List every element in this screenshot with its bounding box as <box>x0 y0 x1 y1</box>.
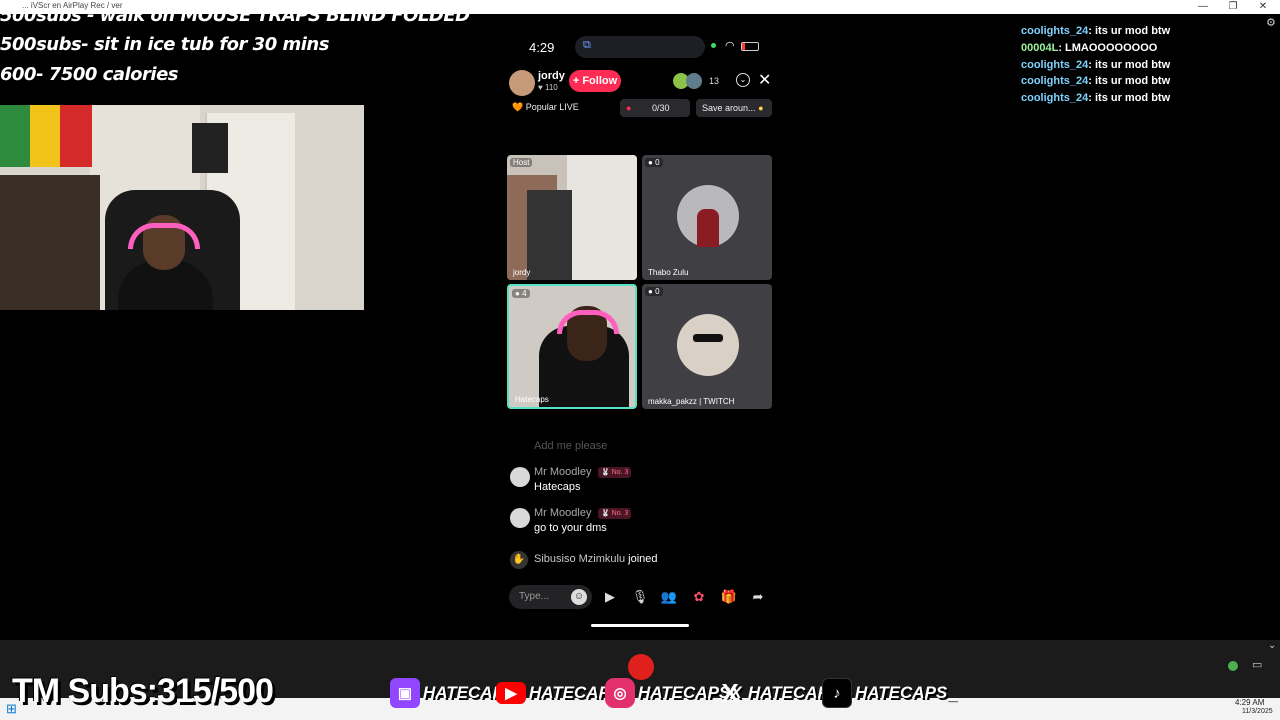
chat-avatar[interactable] <box>510 467 530 487</box>
x-icon: X <box>721 677 739 708</box>
comment-placeholder: Type... <box>519 591 550 602</box>
viewer-tag: ● 4 <box>512 289 530 298</box>
dynamic-island: ⧉ <box>575 36 705 58</box>
guest-tile-hatecaps[interactable]: ● 4 Hatecaps <box>507 284 637 409</box>
taskbar-time[interactable]: 4:29 AM <box>1235 698 1264 707</box>
side-chat-message: coolights_24: its ur mod btw <box>1021 59 1171 71</box>
chevron-down-icon[interactable]: ⌄ <box>736 73 750 87</box>
side-chat-message: coolights_24: its ur mod btw <box>1021 92 1171 104</box>
popular-live-badge[interactable]: 🧡 Popular LIVE <box>509 98 582 116</box>
rank-badge: 🐰 No. 3 <box>598 467 632 478</box>
taskbar-date[interactable]: 11/3/2025 <box>1242 708 1273 715</box>
home-indicator[interactable] <box>591 624 689 627</box>
guest-avatar <box>677 314 739 376</box>
webcam-feed <box>0 105 364 310</box>
viewer-avatar[interactable] <box>686 73 702 89</box>
guest-avatar <box>677 185 739 247</box>
follow-button[interactable]: + Follow <box>569 70 621 92</box>
settings-gear-icon[interactable]: ⚙ <box>1266 16 1276 29</box>
tile-label: jordy <box>513 268 531 277</box>
social-youtube: ▶ HATECAPS <box>496 678 621 708</box>
goal-line-1: 500subs - walk on MOUSE TRAPS BLIND FOLD… <box>0 5 470 26</box>
close-button[interactable]: ✕ <box>1248 0 1278 14</box>
guest-tile-host[interactable]: Host jordy <box>507 155 637 280</box>
rank-badge: 🐰 No. 3 <box>598 508 632 519</box>
chat-username[interactable]: Mr Moodley <box>534 507 591 519</box>
wall-poster <box>192 123 228 173</box>
twitch-icon: ▣ <box>390 678 420 708</box>
side-chat-message: coolights_24: its ur mod btw <box>1021 25 1171 37</box>
sub-goal-counter: TM Subs:315/500 <box>12 672 274 710</box>
flag <box>0 105 30 167</box>
host-tag: Host <box>510 158 533 167</box>
chat-message-faded: Add me please <box>534 440 608 452</box>
goal-line-3: 600- 7500 calories <box>0 64 179 85</box>
tiktok-icon: ♪ <box>822 678 852 708</box>
minimize-button[interactable]: — <box>1188 0 1218 14</box>
share-icon[interactable]: ➦ <box>747 586 769 608</box>
viewer-tag: ● 0 <box>645 287 663 296</box>
folder-icon[interactable]: ▭ <box>1252 658 1262 671</box>
restore-button[interactable]: ❐ <box>1218 0 1248 14</box>
guest-tile-makka[interactable]: ● 0 makka_pakzz | TWITCH <box>642 284 772 409</box>
host-avatar[interactable] <box>509 70 535 96</box>
tile-label: makka_pakzz | TWITCH <box>648 397 735 406</box>
mic-indicator-icon <box>711 43 716 48</box>
battery-icon <box>741 42 759 51</box>
screen-mirror-icon: ⧉ <box>583 39 591 51</box>
host-likes: ♥ 110 <box>538 83 558 92</box>
camera-icon[interactable]: ▶ <box>599 586 621 608</box>
chat-username[interactable]: Mr Moodley <box>534 466 591 478</box>
side-chat-message: coolights_24: its ur mod btw <box>1021 75 1171 87</box>
side-chat-message: 00004L: LMAOOOOOOOO <box>1021 42 1158 54</box>
chevron-down-icon[interactable]: ⌄ <box>1268 640 1276 651</box>
wave-icon: ✋ <box>510 551 528 569</box>
close-icon[interactable]: ✕ <box>758 70 771 90</box>
viewer-tag: ● 0 <box>645 158 663 167</box>
emoji-icon[interactable]: ☺ <box>571 589 587 605</box>
social-tiktok: ♪ HATECAPS_ <box>822 678 957 708</box>
tile-label: Thabo Zulu <box>648 268 689 277</box>
wifi-icon: ◠ <box>725 40 735 52</box>
chat-message: go to your dms <box>534 522 607 534</box>
join-notice: Sibusiso Mzimkulu joined <box>534 553 658 565</box>
youtube-icon: ▶ <box>496 682 526 704</box>
microphone-icon[interactable]: 🎙 <box>629 586 651 608</box>
status-dot-icon <box>1228 661 1238 671</box>
host-name: jordy <box>538 70 565 82</box>
chat-message: Hatecaps <box>534 481 581 493</box>
record-indicator <box>628 654 654 680</box>
goal-line-2: 500subs- sit in ice tub for 30 mins <box>0 34 329 55</box>
phone-clock: 4:29 <box>529 40 555 55</box>
guest-tile-thabo[interactable]: ● 0 Thabo Zulu <box>642 155 772 280</box>
viewer-count[interactable]: 13 <box>709 76 719 86</box>
tile-label: Hatecaps <box>515 395 549 404</box>
gift-icon[interactable]: 🎁 <box>718 586 740 608</box>
comment-input[interactable]: Type... ☺ <box>509 585 592 609</box>
guests-icon[interactable]: 👥 <box>658 586 680 608</box>
rose-gift-icon[interactable]: ✿ <box>688 586 710 608</box>
goal-progress[interactable]: ● 0/30 <box>620 99 690 117</box>
chat-avatar[interactable] <box>510 508 530 528</box>
save-around-chip[interactable]: Save aroun... ● <box>696 99 772 117</box>
instagram-icon: ◎ <box>605 678 635 708</box>
